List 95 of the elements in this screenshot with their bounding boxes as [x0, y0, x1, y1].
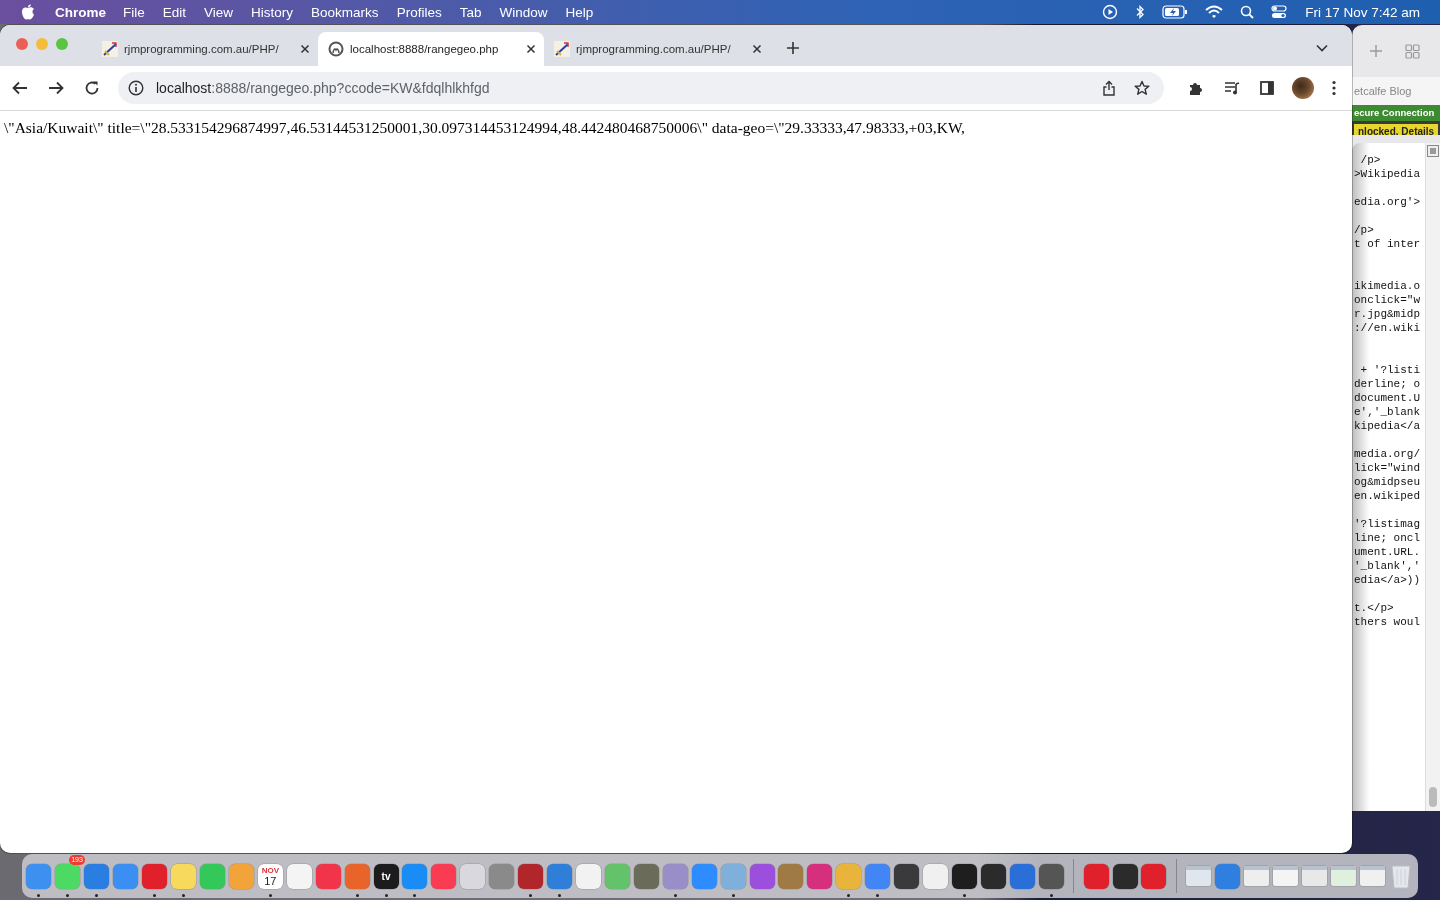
app-icon[interactable]	[894, 863, 920, 889]
app-menu[interactable]: Chrome	[55, 4, 106, 20]
page-text: \"Asia/Kuwait\" title=\"28.533154296874997,46.53144531250001,30.097314453124994,48.442480468750006\" data-geo=\"29.33333,47.98333,+03,KW,	[4, 119, 966, 137]
playlist-icon[interactable]	[1224, 81, 1240, 95]
back-icon[interactable]	[12, 81, 28, 95]
app-icon[interactable]	[980, 863, 1006, 889]
code-line: edia</a>))	[1354, 573, 1421, 587]
zoom-light[interactable]	[56, 38, 68, 50]
code-line: document.U	[1354, 391, 1421, 405]
code-line: r.jpg&midp	[1354, 307, 1421, 321]
close-icon[interactable]	[300, 44, 310, 54]
calendar-month: NOV	[261, 865, 279, 875]
menu-item[interactable]: Window	[499, 4, 548, 20]
code-line: t.</p>	[1354, 601, 1395, 615]
chevron-down-icon[interactable]	[1316, 43, 1328, 52]
avatar[interactable]	[1292, 77, 1314, 99]
battery-icon[interactable]	[1162, 5, 1189, 19]
close-light[interactable]	[16, 38, 28, 50]
wifi-icon[interactable]	[1205, 5, 1224, 19]
calendar-icon[interactable]: NOV 17	[257, 863, 283, 889]
browser-tab[interactable]: localhost:8888/rangegeo.php	[318, 32, 544, 66]
menu-item[interactable]: Edit	[162, 4, 187, 20]
minimize-light[interactable]	[36, 38, 48, 50]
code-line: /p>	[1354, 223, 1375, 237]
code-line: e','_blank	[1354, 405, 1421, 419]
window-thumbnail[interactable]	[1359, 866, 1385, 886]
warning-badge: nlocked. Details	[1354, 124, 1439, 135]
code-line: line; oncl	[1354, 531, 1421, 545]
apple-icon[interactable]	[21, 4, 35, 20]
forward-icon[interactable]	[48, 81, 64, 95]
side-panel-icon[interactable]	[1260, 81, 1274, 95]
code-line: ://en.wiki	[1354, 321, 1421, 335]
reload-icon[interactable]	[84, 80, 100, 96]
code-line: thers woul	[1354, 615, 1421, 629]
code-line: ument.URL.	[1354, 545, 1421, 559]
tv-app-icon[interactable]: tv	[373, 863, 399, 889]
tab-title: localhost:8888/rangegeo.php	[350, 43, 500, 55]
control-center-icon[interactable]	[1271, 5, 1288, 19]
browser-tab[interactable]: rjmprogramming.com.au/PHP/	[544, 32, 770, 66]
browser-tab[interactable]: rjmprogramming.com.au/PHP/	[92, 32, 318, 66]
code-line: og&midpseu	[1354, 475, 1421, 489]
clock[interactable]: Fri 17 Nov 7:42 am	[1305, 4, 1420, 20]
code-line: kipedia</a	[1354, 419, 1421, 433]
close-icon[interactable]	[526, 44, 536, 54]
share-icon[interactable]	[1102, 80, 1116, 96]
tab-title: rjmprogramming.com.au/PHP/	[124, 43, 280, 55]
window-thumbnail[interactable]	[1244, 866, 1270, 886]
app-label: tv	[381, 870, 391, 882]
security-banner: ecure Connection	[1352, 105, 1440, 121]
code-line: >Wikipedia	[1354, 167, 1421, 181]
pencil-drawing-icon	[554, 41, 570, 57]
menu-item[interactable]: View	[204, 4, 234, 20]
code-line: /p>	[1359, 153, 1382, 167]
bluetooth-icon[interactable]	[1135, 4, 1146, 20]
list-icon[interactable]	[1427, 145, 1439, 157]
code-line: media.org/	[1354, 447, 1421, 461]
window-thumbnail[interactable]	[1331, 866, 1356, 886]
pencil-drawing-icon	[102, 41, 118, 57]
code-line: + '?listi	[1359, 363, 1421, 377]
code-line: '_blank','	[1354, 559, 1421, 573]
grid-icon[interactable]	[1405, 43, 1420, 59]
search-icon[interactable]	[1240, 5, 1255, 19]
menu-item[interactable]: Help	[565, 4, 594, 20]
scroll-thumb[interactable]	[1429, 787, 1437, 807]
app-icon[interactable]	[951, 863, 977, 889]
code-line: ikimedia.o	[1354, 279, 1421, 293]
code-line: lick="wind	[1354, 461, 1421, 475]
code-line: t of inter	[1354, 237, 1421, 251]
menu-item[interactable]: Profiles	[396, 4, 442, 20]
plus-icon[interactable]	[1369, 44, 1383, 58]
calendar-day: 17	[264, 874, 277, 887]
code-line: edia.org'>	[1354, 195, 1421, 209]
star-icon[interactable]	[1134, 80, 1150, 96]
address-bar[interactable]: localhost:8888/rangegeo.php?ccode=KW&fdqlhlkhfgd	[118, 72, 1164, 104]
close-icon[interactable]	[752, 44, 762, 54]
code-line: derline; o	[1354, 377, 1421, 391]
app-icon[interactable]	[1112, 863, 1138, 889]
more-icon[interactable]	[1332, 80, 1336, 96]
info-icon[interactable]	[128, 80, 144, 96]
menu-item[interactable]: History	[251, 4, 294, 20]
tab-title: rjmprogramming.com.au/PHP/	[576, 43, 732, 55]
new-tab-icon[interactable]	[786, 40, 800, 55]
url-text: localhost:8888/rangegeo.php?ccode=KW&fdqlhlkhfgd	[156, 80, 490, 96]
menu-item[interactable]: Bookmarks	[311, 4, 379, 20]
code-line: '?listimag	[1354, 517, 1421, 531]
scrollbar[interactable]	[1425, 143, 1440, 811]
puzzle-icon[interactable]	[1188, 80, 1204, 96]
window-thumbnail[interactable]	[1302, 866, 1328, 886]
code-line: en.wikiped	[1354, 489, 1421, 503]
code-line: onclick="w	[1354, 293, 1421, 307]
play-icon[interactable]	[1102, 4, 1119, 20]
menu-item[interactable]: Tab	[459, 4, 482, 20]
window-thumbnail[interactable]	[1273, 866, 1299, 886]
window-thumbnail[interactable]	[1186, 866, 1212, 886]
menu-item[interactable]: File	[123, 4, 145, 20]
